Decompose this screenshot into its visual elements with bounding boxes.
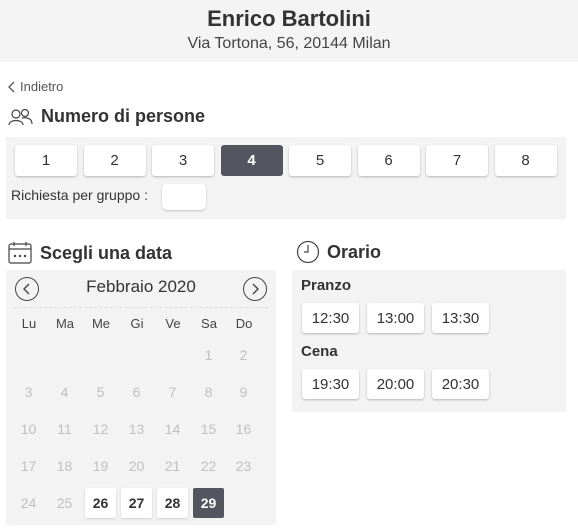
chevron-right-icon: [252, 283, 259, 295]
calendar-icon: [8, 242, 32, 264]
calendar-day: 1: [204, 347, 213, 363]
lunch-time-slot[interactable]: 12:30: [302, 303, 359, 333]
calendar-day: 20: [128, 458, 145, 474]
next-month-button[interactable]: [243, 277, 267, 301]
calendar-day: 16: [235, 421, 252, 437]
calendar-day: 22: [200, 458, 217, 474]
people-option-button[interactable]: 5: [289, 145, 351, 176]
dinner-time-slot[interactable]: 20:00: [367, 369, 424, 399]
people-option-button[interactable]: 1: [15, 145, 77, 176]
calendar-day: 21: [164, 458, 181, 474]
restaurant-name: Enrico Bartolini: [207, 6, 371, 31]
lunch-time-slot[interactable]: 13:30: [432, 303, 489, 333]
calendar-day: 12: [92, 421, 109, 437]
people-option-button[interactable]: 6: [357, 145, 420, 176]
group-request-input[interactable]: [162, 184, 206, 210]
weekday-label: Ve: [165, 316, 181, 331]
people-panel: Richiesta per gruppo : 12345678: [6, 137, 566, 218]
people-title: Numero di persone: [41, 106, 206, 126]
calendar-panel: Febbraio 2020 Lu Ma Me Gi Ve Sa Do 1 2 3 4 5 6 7 8 9 10 1…: [6, 270, 276, 524]
calendar-day: 17: [20, 458, 37, 474]
weekday-label: Sa: [201, 316, 217, 331]
calendar-day[interactable]: 26: [85, 488, 116, 518]
dinner-time-slot[interactable]: 20:30: [432, 369, 489, 399]
calendar-day: 24: [20, 495, 37, 511]
people-option-button[interactable]: 4: [220, 145, 283, 176]
calendar-day: 9: [239, 384, 248, 400]
calendar-day: 6: [132, 384, 141, 400]
people-option-button[interactable]: 7: [426, 145, 488, 176]
time-section-title: Orario: [296, 240, 381, 264]
date-section-title: Scegli una data: [8, 241, 172, 265]
people-option-button[interactable]: 2: [83, 145, 146, 176]
restaurant-header: Enrico Bartolini Via Tortona, 56, 20144 …: [0, 0, 578, 62]
people-section-title: Numero di persone: [8, 106, 205, 127]
back-link[interactable]: Indietro: [7, 79, 63, 94]
calendar-day: 18: [56, 458, 73, 474]
calendar-day: 14: [164, 421, 181, 437]
calendar-divider: [14, 307, 268, 308]
date-title: Scegli una data: [40, 242, 173, 263]
lunch-time-slot[interactable]: 13:00: [367, 303, 424, 333]
group-request-label: Richiesta per gruppo :: [11, 187, 148, 203]
calendar-day: 2: [239, 347, 248, 363]
weekday-label: Lu: [21, 316, 37, 331]
weekday-label: Do: [235, 316, 253, 331]
people-option-button[interactable]: 3: [152, 145, 214, 176]
calendar-day: 7: [168, 384, 177, 400]
calendar-day[interactable]: 28: [157, 488, 188, 518]
calendar-month: Febbraio 2020: [86, 277, 196, 296]
calendar-day: 5: [96, 384, 105, 400]
calendar-day: 23: [235, 458, 252, 474]
calendar-day: 11: [57, 421, 72, 437]
calendar-day: 4: [60, 384, 69, 400]
calendar-day[interactable]: 29: [193, 488, 224, 518]
time-title: Orario: [327, 241, 382, 262]
calendar-day: 25: [56, 495, 73, 511]
calendar-day: 8: [204, 384, 213, 400]
lunch-label: Pranzo: [301, 277, 352, 294]
back-label: Indietro: [20, 79, 64, 94]
restaurant-address: Via Tortona, 56, 20144 Milan: [187, 35, 391, 52]
calendar-day: 3: [24, 384, 33, 400]
weekday-label: Gi: [130, 316, 144, 331]
people-icon: [8, 108, 33, 125]
calendar-day: 10: [20, 421, 37, 437]
chevron-left-icon: [8, 81, 15, 92]
calendar-day: 19: [92, 458, 109, 474]
dinner-time-slot[interactable]: 19:30: [302, 369, 359, 399]
clock-icon: [296, 240, 320, 264]
calendar-day: 15: [200, 421, 217, 437]
time-panel: Pranzo Cena 12:30 13:00 13:30 19:30 20:00 20:…: [292, 270, 566, 411]
calendar-day: 13: [128, 421, 145, 437]
weekday-label: Ma: [55, 316, 75, 331]
people-option-button[interactable]: 8: [494, 145, 557, 176]
calendar-day[interactable]: 27: [121, 488, 152, 518]
dinner-label: Cena: [301, 343, 338, 360]
weekday-label: Me: [91, 316, 111, 331]
